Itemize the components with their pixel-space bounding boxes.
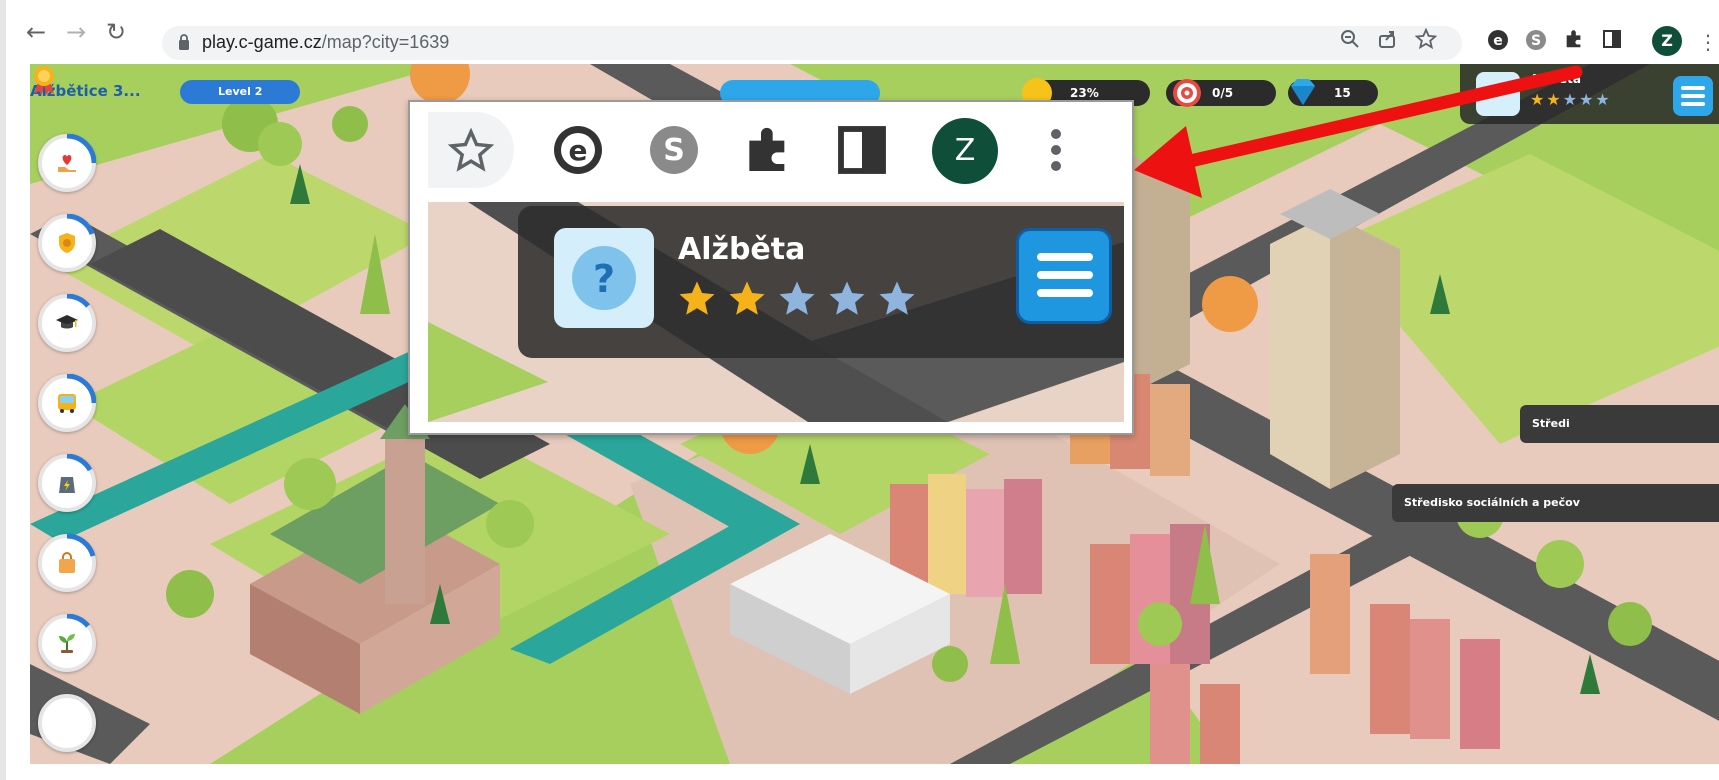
sidebar-energy-button[interactable]	[38, 454, 96, 512]
hamburger-menu-button[interactable]	[1016, 228, 1112, 324]
sidebar-environment-button[interactable]	[38, 614, 96, 672]
player-avatar-small	[1476, 72, 1520, 116]
url-path: /map?city=1639	[321, 32, 450, 52]
lock-icon	[179, 34, 189, 50]
star-empty-icon	[779, 281, 815, 315]
bookmark-star-icon[interactable]	[1412, 27, 1440, 56]
plant-sprout-icon	[59, 634, 75, 653]
browser-toolbar: ← → ↻ play.c-game.cz/map?city=1639 e S Z…	[12, 0, 1719, 62]
heart-hand-icon	[58, 155, 76, 172]
diamond-icon	[1291, 79, 1315, 105]
svg-text:e: e	[569, 134, 588, 167]
building-label-2[interactable]: Středisko sociálních a pečov	[1392, 484, 1719, 522]
zoom-callout: e S Z ? Alžběta	[408, 100, 1134, 435]
sidebar-more-button[interactable]	[38, 694, 96, 752]
level-badge[interactable]: Level 2	[180, 80, 300, 104]
zoomed-profile-avatar[interactable]: Z	[932, 118, 998, 184]
shopping-bag-icon	[59, 552, 75, 573]
url-text: play.c-game.cz/map?city=1639	[202, 32, 449, 53]
star-filled-icon	[679, 281, 715, 315]
sidebar-shopping-button[interactable]	[38, 534, 96, 592]
address-bar[interactable]: play.c-game.cz/map?city=1639	[162, 26, 1462, 60]
bus-icon	[58, 394, 76, 413]
medal-icon	[34, 66, 54, 95]
gems-value: 15	[1334, 86, 1351, 100]
reload-icon[interactable]: ↻	[102, 18, 130, 46]
svg-text:e: e	[1493, 33, 1503, 49]
screenshot-frame: ← → ↻ play.c-game.cz/map?city=1639 e S Z…	[0, 0, 1719, 780]
targets-value: 0/5	[1212, 86, 1234, 100]
skype-icon[interactable]: S	[646, 122, 702, 178]
target-icon	[1173, 79, 1201, 107]
police-badge-icon	[59, 233, 75, 253]
puzzle-icon[interactable]	[1560, 28, 1588, 56]
player-name: Alžběta	[678, 232, 806, 267]
player-avatar-card[interactable]: ?	[554, 228, 654, 328]
sidebar-health-button[interactable]	[38, 134, 96, 192]
player-name-small: Alžběta	[1530, 72, 1581, 86]
sidebar-transport-button[interactable]	[38, 374, 96, 432]
kebab-menu-icon[interactable]	[1028, 122, 1084, 178]
star-filled-icon	[729, 281, 765, 315]
profile-avatar[interactable]: Z	[1652, 26, 1682, 56]
svg-text:S: S	[663, 133, 685, 168]
svg-text:?: ?	[593, 257, 615, 301]
power-plant-icon	[59, 477, 75, 493]
share-icon[interactable]	[1374, 28, 1402, 56]
svg-text:S: S	[1531, 33, 1541, 49]
forward-icon[interactable]: →	[62, 18, 90, 46]
e-extension-icon[interactable]: e	[550, 122, 606, 178]
zoomed-toolbar: e S Z	[410, 102, 1132, 202]
sidebar-police-button[interactable]	[38, 214, 96, 272]
question-icon: ?	[572, 246, 636, 310]
zoomed-game-scene: ? Alžběta	[428, 202, 1124, 422]
player-stars-small: ★★★★★	[1530, 90, 1612, 109]
kebab-menu-icon[interactable]: ⋮	[1694, 28, 1719, 56]
skype-icon[interactable]: S	[1522, 28, 1550, 56]
zoom-icon[interactable]	[1336, 28, 1364, 56]
puzzle-icon[interactable]	[740, 122, 796, 178]
zoomed-player-panel[interactable]: ? Alžběta	[518, 206, 1124, 358]
sidebar-education-button[interactable]	[38, 294, 96, 352]
hamburger-menu-button-small[interactable]	[1673, 76, 1713, 116]
back-icon[interactable]: ←	[22, 18, 50, 46]
zoomed-bookmark-button[interactable]	[428, 112, 514, 188]
star-empty-icon	[879, 281, 915, 315]
side-panel-icon[interactable]	[834, 122, 890, 178]
side-panel-icon[interactable]	[1598, 28, 1626, 56]
bookmark-star-icon	[448, 128, 494, 172]
building-label-1[interactable]: Středi	[1520, 405, 1719, 443]
url-host: play.c-game.cz	[202, 32, 322, 52]
percent-value: 23%	[1070, 86, 1099, 100]
e-extension-icon[interactable]: e	[1484, 28, 1512, 56]
star-empty-icon	[829, 281, 865, 315]
graduation-cap-icon	[56, 315, 78, 329]
